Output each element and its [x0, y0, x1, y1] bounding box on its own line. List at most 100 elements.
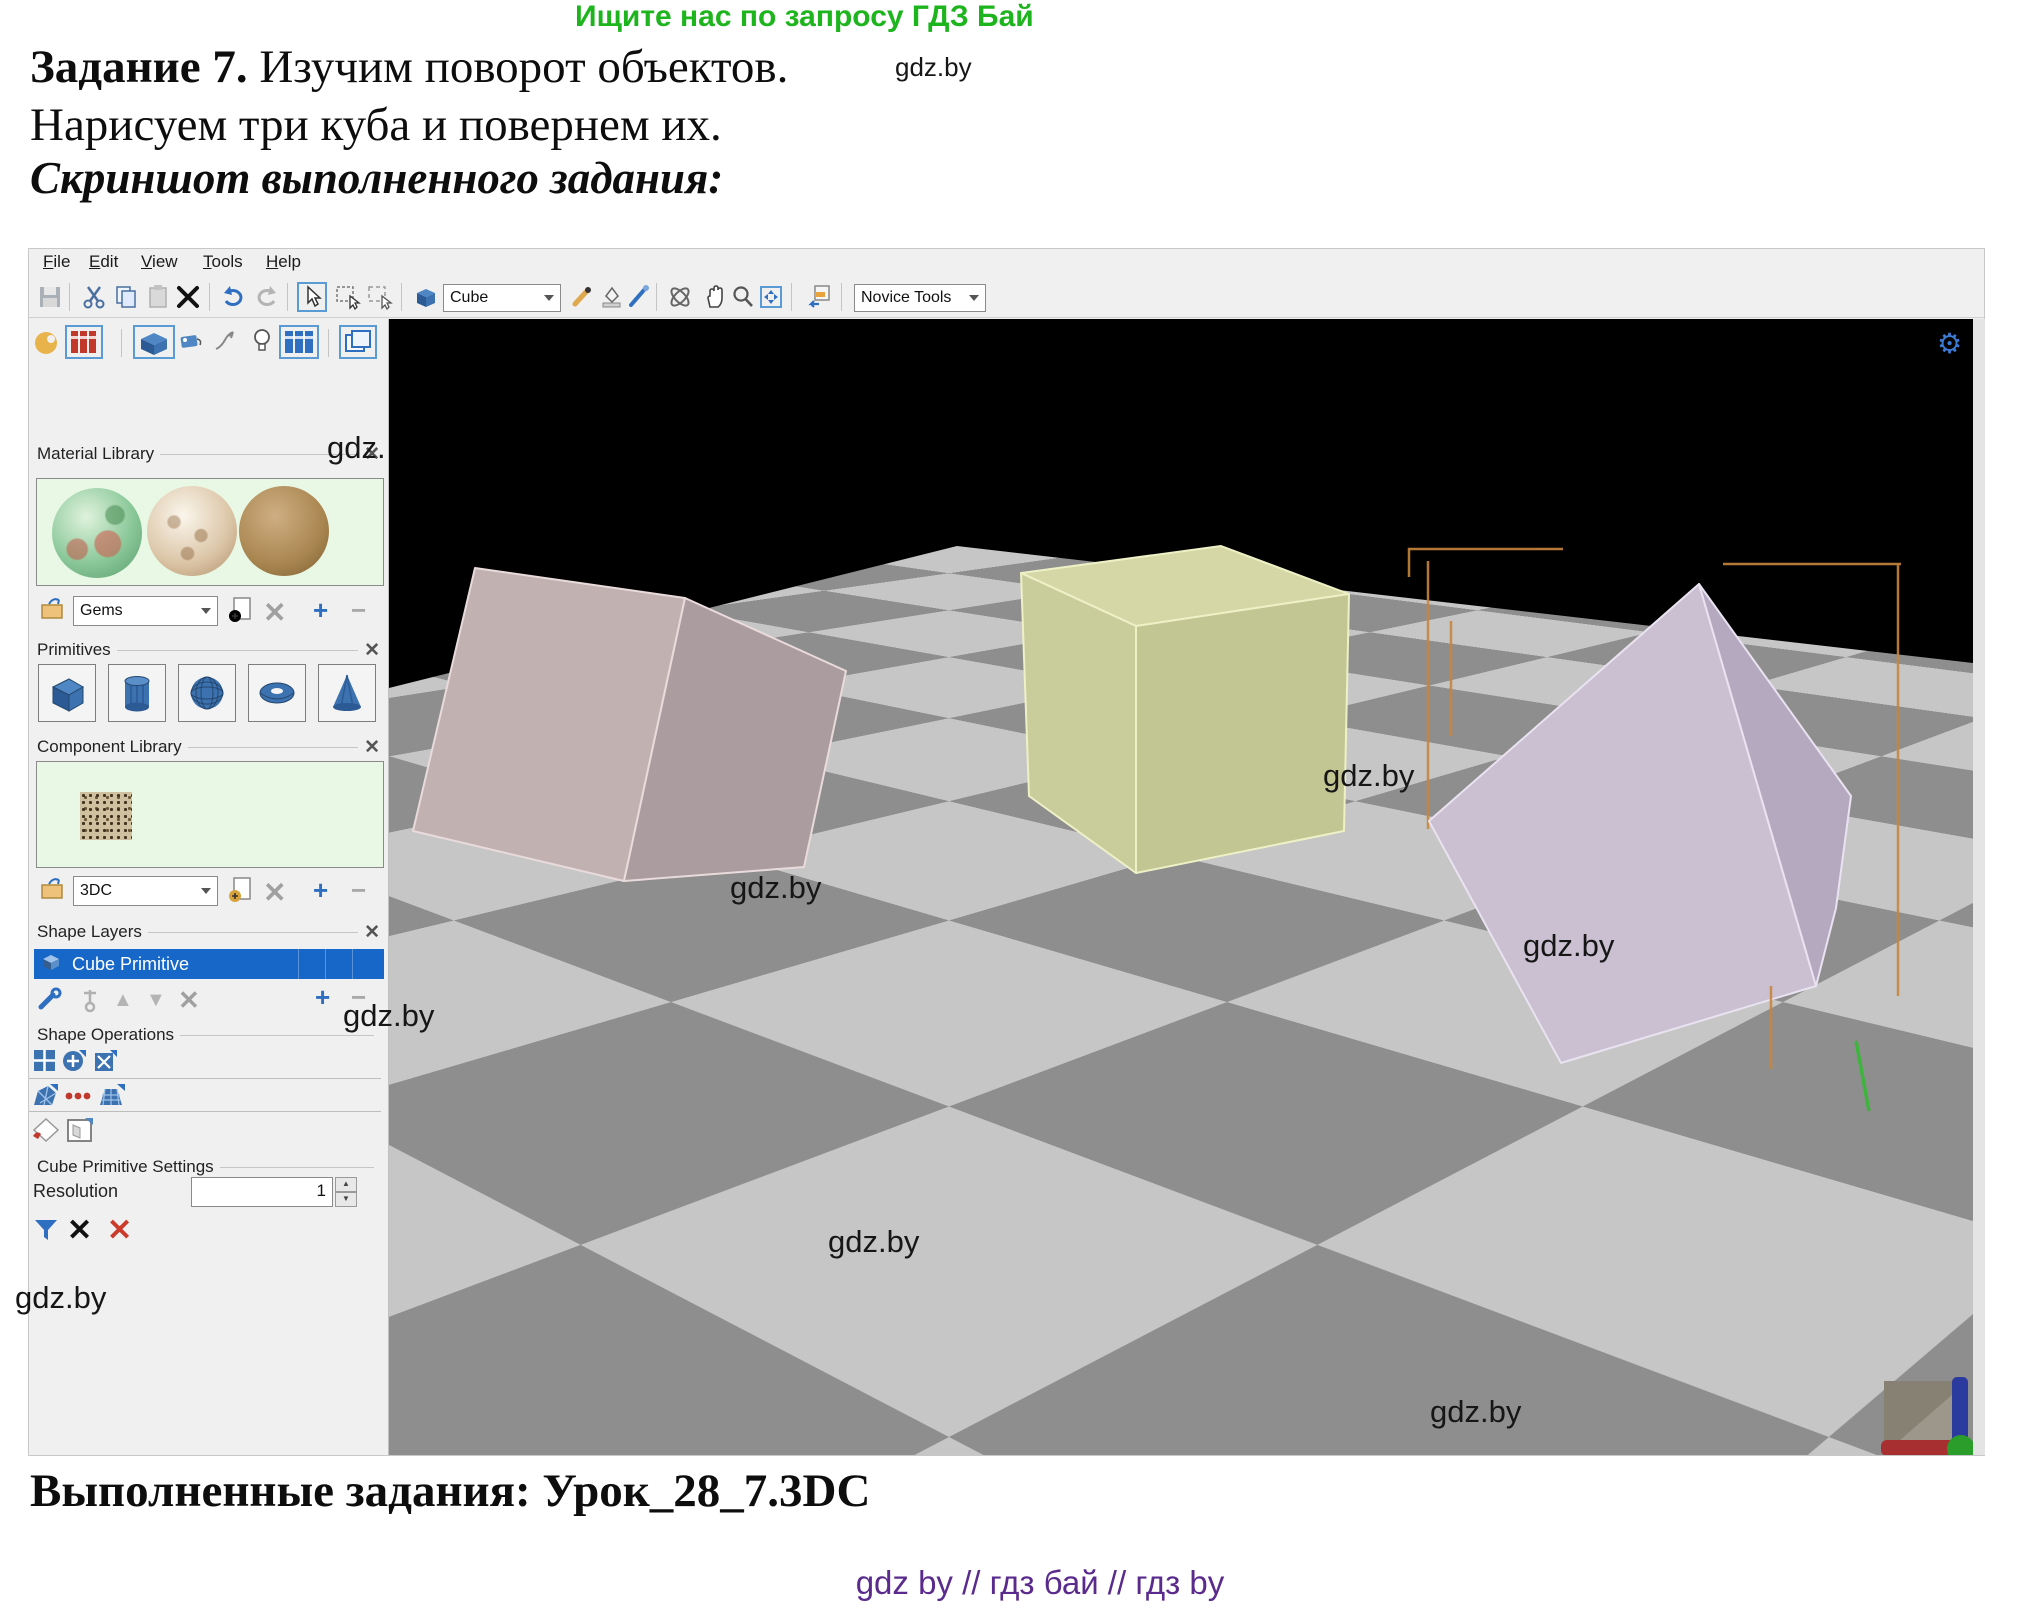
move-layer-up-icon[interactable]: ▲: [113, 989, 133, 1012]
delete-library-icon[interactable]: ✕: [263, 596, 286, 629]
open-library-icon[interactable]: [39, 596, 67, 627]
import-component-icon[interactable]: [807, 284, 833, 310]
watermark: gdz.by: [895, 52, 972, 83]
lightbulb-icon[interactable]: [251, 327, 273, 360]
layer-name: Cube Primitive: [72, 954, 189, 975]
layer-properties-icon[interactable]: [33, 987, 65, 1020]
op-mirror-icon[interactable]: [93, 1048, 119, 1079]
gear-icon[interactable]: ⚙: [1937, 327, 1962, 360]
remove-material-icon[interactable]: −: [351, 595, 366, 626]
add-layer-icon[interactable]: +: [315, 982, 330, 1013]
shape-operations-title: Shape Operations: [37, 1025, 174, 1045]
select-region-icon[interactable]: [367, 284, 393, 310]
close-icon[interactable]: ✕: [364, 921, 380, 944]
new-library-icon[interactable]: [228, 596, 254, 629]
layers-panel-toggle[interactable]: [339, 325, 377, 359]
tools-mode-select[interactable]: Novice Tools: [854, 284, 986, 312]
copy-icon[interactable]: [113, 284, 139, 310]
bone-icon[interactable]: [211, 327, 239, 360]
menu-file[interactable]: File: [43, 252, 70, 272]
open-library-icon[interactable]: [39, 876, 67, 907]
cube-pink[interactable]: [413, 568, 846, 881]
tag-icon[interactable]: [179, 331, 205, 358]
orbit-rotate-icon[interactable]: [667, 284, 693, 310]
viewport-3d[interactable]: ⚙: [389, 319, 1973, 1455]
op-hollow-icon[interactable]: [65, 1116, 95, 1149]
resolution-up-button[interactable]: ▲: [335, 1177, 357, 1192]
material-gem-brown[interactable]: [239, 486, 329, 576]
shape-select[interactable]: Cube: [443, 284, 561, 312]
delete-shape-icon[interactable]: ✕: [107, 1213, 132, 1248]
shape-layers-header: Shape Layers✕: [37, 921, 380, 943]
menu-tools[interactable]: Tools: [203, 252, 243, 272]
delete-icon[interactable]: [175, 284, 201, 310]
primitive-cube-button[interactable]: [38, 664, 96, 722]
add-component-icon[interactable]: +: [313, 875, 328, 906]
material-library-toggle[interactable]: [65, 325, 103, 359]
cut-icon[interactable]: [81, 284, 107, 310]
menu-view[interactable]: View: [141, 252, 178, 272]
apply-filter-icon[interactable]: [33, 1217, 61, 1248]
task-text: Изучим поворот объектов.: [248, 41, 789, 93]
op-circle-icon[interactable]: [62, 1048, 88, 1079]
menu-edit[interactable]: Edit: [89, 252, 118, 272]
material-gem-green[interactable]: [52, 488, 142, 578]
palette-icon[interactable]: [31, 327, 61, 362]
component-list[interactable]: [36, 761, 384, 868]
select-shapes-icon[interactable]: [335, 284, 361, 310]
op-sweep-icon[interactable]: [32, 1083, 60, 1114]
resolution-down-button[interactable]: ▼: [335, 1192, 357, 1207]
op-grid-icon[interactable]: [32, 1048, 58, 1079]
op-points-icon[interactable]: [65, 1089, 91, 1108]
task-title: Задание 7. Изучим поворот объектов.: [30, 40, 788, 94]
component-collection-select[interactable]: 3DC: [73, 876, 218, 906]
component-library-title: Component Library: [37, 737, 182, 757]
zoom-icon[interactable]: [730, 284, 756, 310]
delete-layer-icon[interactable]: ✕: [178, 985, 200, 1016]
main-toolbar: Cube Novice Tools: [29, 279, 1984, 318]
material-library-title: Material Library: [37, 444, 154, 464]
paint-brush-icon[interactable]: [569, 284, 595, 310]
redo-icon[interactable]: [253, 284, 279, 310]
page: { "page": { "promo": "Ищите нас по запро…: [0, 0, 2017, 1615]
fit-view-icon[interactable]: [758, 284, 784, 310]
op-paint-shape-icon[interactable]: [31, 1116, 61, 1149]
settings-title: Cube Primitive Settings: [37, 1157, 214, 1177]
menu-help[interactable]: Help: [266, 252, 301, 272]
undo-icon[interactable]: [221, 284, 247, 310]
cancel-icon[interactable]: ✕: [67, 1213, 92, 1248]
paste-icon[interactable]: [145, 284, 171, 310]
save-icon[interactable]: [37, 284, 63, 310]
chevron-down-icon: [201, 888, 211, 894]
footer-links[interactable]: gdz by // гдз бай // гдз by: [760, 1564, 1320, 1602]
component-library-toggle[interactable]: [279, 325, 319, 359]
cube-lavender[interactable]: [1429, 584, 1851, 1063]
add-material-icon[interactable]: +: [313, 595, 328, 626]
primitives-toggle[interactable]: [133, 325, 175, 359]
primitive-sphere-button[interactable]: [178, 664, 236, 722]
fill-bucket-icon[interactable]: [598, 284, 624, 310]
material-gem-speckled[interactable]: [147, 486, 237, 576]
layer-row-selected[interactable]: Cube Primitive: [34, 949, 384, 979]
op-lathe-icon[interactable]: [97, 1083, 125, 1114]
remove-component-icon[interactable]: −: [351, 875, 366, 906]
close-icon[interactable]: ✕: [364, 639, 380, 662]
eyedropper-icon[interactable]: [626, 284, 652, 310]
primitive-torus-button[interactable]: [248, 664, 306, 722]
component-thumbnail[interactable]: [80, 792, 132, 840]
pan-hand-icon[interactable]: [702, 284, 728, 310]
shape-select-value: Cube: [450, 289, 488, 307]
material-list[interactable]: [36, 478, 384, 586]
new-library-icon[interactable]: [228, 876, 254, 909]
primitive-cylinder-button[interactable]: [108, 664, 166, 722]
resolution-input[interactable]: 1: [191, 1177, 333, 1207]
material-collection-select[interactable]: Gems: [73, 596, 218, 626]
delete-library-icon[interactable]: ✕: [263, 876, 286, 909]
move-layer-down-icon[interactable]: ▼: [146, 989, 166, 1012]
close-icon[interactable]: ✕: [364, 736, 380, 759]
cube-green[interactable]: [1021, 546, 1349, 873]
primitive-cone-button[interactable]: [318, 664, 376, 722]
select-tool-active[interactable]: [297, 282, 327, 312]
promo-banner: Ищите нас по запросу ГДЗ Бай: [575, 0, 1034, 34]
tools-mode-value: Novice Tools: [861, 289, 951, 307]
